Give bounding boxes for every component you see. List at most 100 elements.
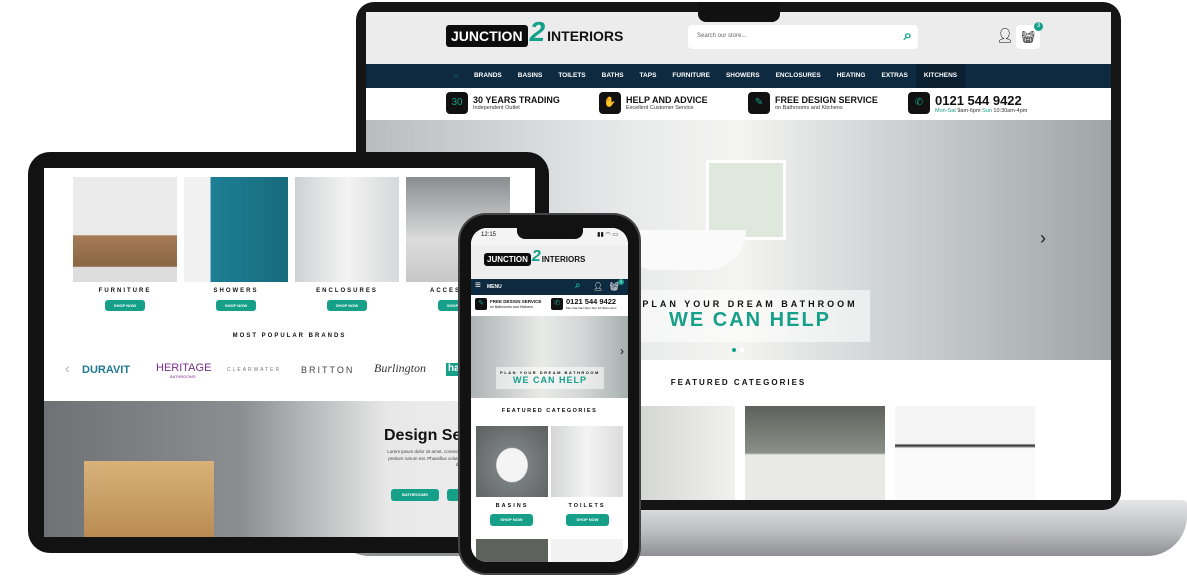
nav-item[interactable]: TAPS	[632, 64, 665, 88]
days: Mon-Sat	[935, 107, 956, 114]
usp-subtitle: Independent Outlet	[473, 105, 520, 111]
category-image[interactable]	[551, 539, 623, 562]
chevron-left-icon[interactable]: ‹	[65, 360, 70, 376]
nav-item[interactable]: SHOWERS	[718, 64, 768, 88]
hero-headline: WE CAN HELP	[669, 309, 831, 331]
thirty-years-icon: 30	[446, 92, 468, 114]
usp-item: ✎ FREE DESIGN SERVICE on Bathrooms and Kit…	[748, 92, 878, 114]
brand-logo-burlington[interactable]: Burlington	[374, 361, 426, 376]
featured-categories-title: FEATURED CATEGORIES	[501, 408, 598, 414]
account-icon[interactable]: 👤︎	[996, 27, 1014, 44]
category-label: TOILETS	[568, 503, 606, 509]
hero-headline: WE CAN HELP	[513, 375, 587, 385]
category-image-enclosures[interactable]	[295, 177, 399, 282]
chevron-right-icon[interactable]: ›	[620, 344, 624, 358]
site-logo[interactable]: JUNCTION 2 INTERIORS	[484, 248, 586, 266]
category-image-showers[interactable]	[184, 177, 288, 282]
usp-item: ✋ HELP AND ADVICE Excellent Customer Servi…	[599, 92, 708, 114]
category-label: FURNITURE	[98, 288, 152, 294]
battery-wifi-icons: ▮▮ ◠ ▭	[597, 232, 618, 238]
phone-usp-bar: ✎ FREE DESIGN SERVICE on Bathrooms and K…	[475, 297, 625, 314]
search-placeholder: Search our store...	[697, 33, 747, 39]
brand-logo-heritage[interactable]: HERITAGE	[156, 362, 211, 374]
menu-label[interactable]: MENU	[487, 284, 502, 290]
logo-text: INTERIORS	[541, 255, 586, 264]
slide-dot[interactable]	[732, 348, 736, 352]
site-logo[interactable]: JUNCTION 2 INTERIORS	[446, 16, 624, 48]
search-icon[interactable]: ⌕	[904, 27, 912, 44]
hero-banner: PLAN YOUR DREAM BATHROOM WE CAN HELP ›	[471, 316, 628, 398]
logo-text: INTERIORS	[547, 28, 624, 44]
main-nav: ⌂ BRANDS BASINS TOILETS BATHS TAPS FURNI…	[366, 64, 1111, 88]
phone-menu-bar: ≡ MENU ⌕ 👤︎ 🧺︎ 3	[471, 279, 628, 295]
phone-number[interactable]: 0121 544 9422	[566, 297, 616, 306]
account-icon[interactable]: 👤︎	[593, 282, 603, 291]
nav-item[interactable]: FURNITURE	[664, 64, 718, 88]
basket-icon: 🧺︎	[1020, 30, 1036, 44]
category-image-taps[interactable]	[895, 406, 1035, 500]
nav-item[interactable]: BRANDS	[466, 64, 510, 88]
hero-caption: PLAN YOUR DREAM BATHROOM WE CAN HELP	[496, 367, 604, 389]
nav-item[interactable]: TOILETS	[550, 64, 593, 88]
usp-title: 30 YEARS TRADING	[473, 95, 560, 105]
brand-logo-duravit[interactable]: DURAVIT	[82, 364, 130, 376]
usp-subtitle: on Bathrooms and Kitchens	[775, 105, 843, 111]
chevron-right-icon[interactable]: ›	[1040, 228, 1046, 249]
logo-number: 2	[529, 16, 546, 47]
days: Sun	[982, 107, 992, 114]
nav-item[interactable]: EXTRAS	[874, 64, 916, 88]
shop-now-button[interactable]: SHOP NOW	[566, 514, 609, 526]
phone-icon: ✆	[551, 298, 563, 310]
kitchen-island-image	[84, 461, 214, 537]
hours: 10:30am-4pm	[993, 107, 1028, 114]
shop-now-button[interactable]: SHOP NOW	[105, 300, 145, 311]
category-label: SHOWERS	[213, 288, 259, 294]
hero-kicker: PLAN YOUR DREAM BATHROOM	[642, 299, 858, 309]
usp-title: FREE DESIGN SERVICE	[490, 299, 542, 304]
cart-count-badge: 3	[618, 279, 624, 285]
nav-item[interactable]: BATHS	[594, 64, 632, 88]
shop-now-button[interactable]: SHOP NOW	[490, 514, 533, 526]
category-label: ENCLOSURES	[316, 288, 378, 294]
category-image-baths[interactable]	[745, 406, 885, 500]
category-image-toilets[interactable]	[551, 426, 623, 497]
category-image-furniture[interactable]	[73, 177, 177, 282]
design-service-title: Design Ser	[384, 427, 468, 444]
slide-dot[interactable]	[740, 348, 744, 352]
nav-item[interactable]: BASINS	[510, 64, 551, 88]
laptop-camera-notch	[698, 2, 780, 22]
category-image[interactable]	[476, 539, 548, 562]
brand-logo-clearwater[interactable]: CLEARWATER	[227, 367, 281, 373]
bathrooms-button[interactable]: BATHROOMS	[391, 489, 439, 501]
status-time: 12:15	[481, 232, 497, 238]
usp-subtitle: on Bathrooms and Kitchens	[490, 305, 533, 309]
brand-logo-heritage-sub: BATHROOMS	[170, 374, 196, 379]
pencil-icon: ✎	[748, 92, 770, 114]
cart-button[interactable]: 🧺︎ 3	[1016, 22, 1043, 49]
search-icon[interactable]: ⌕	[575, 280, 581, 291]
usp-item: 30 30 YEARS TRADING Independent Outlet	[446, 92, 560, 114]
search-input[interactable]: Search our store... ⌕	[688, 25, 918, 49]
logo-number: 2	[531, 248, 541, 265]
window-image	[706, 160, 786, 240]
shop-now-button[interactable]: SHOP NOW	[327, 300, 367, 311]
hero-caption: PLAN YOUR DREAM BATHROOM WE CAN HELP	[630, 290, 870, 342]
cart-count-badge: 3	[1034, 22, 1043, 31]
nav-item[interactable]: KITCHENS	[915, 64, 966, 88]
phone-number: 0121 544 9422	[935, 92, 1022, 108]
home-icon[interactable]: ⌂	[446, 64, 466, 88]
shop-now-button[interactable]: SHOP NOW	[216, 300, 256, 311]
phone-screen: 12:15 ▮▮ ◠ ▭ JUNCTION 2 INTERIORS ≡ MENU…	[471, 228, 628, 562]
usp-title: FREE DESIGN SERVICE	[775, 95, 878, 105]
category-image-basins[interactable]	[476, 426, 548, 497]
hamburger-menu-icon[interactable]: ≡	[475, 280, 481, 291]
logo-text: JUNCTION	[446, 25, 528, 47]
category-label: BASINS	[495, 503, 529, 509]
handshake-icon: ✋	[599, 92, 621, 114]
nav-item[interactable]: HEATING	[829, 64, 874, 88]
usp-title: HELP AND ADVICE	[626, 95, 708, 105]
brand-logo-britton[interactable]: BRITTON	[301, 365, 354, 375]
phone-contact[interactable]: ✆ 0121 544 9422 Mon-Sat 9am-6pm Sun 10:30a…	[908, 92, 1027, 114]
pencil-icon: ✎	[475, 298, 487, 310]
nav-item[interactable]: ENCLOSURES	[768, 64, 829, 88]
